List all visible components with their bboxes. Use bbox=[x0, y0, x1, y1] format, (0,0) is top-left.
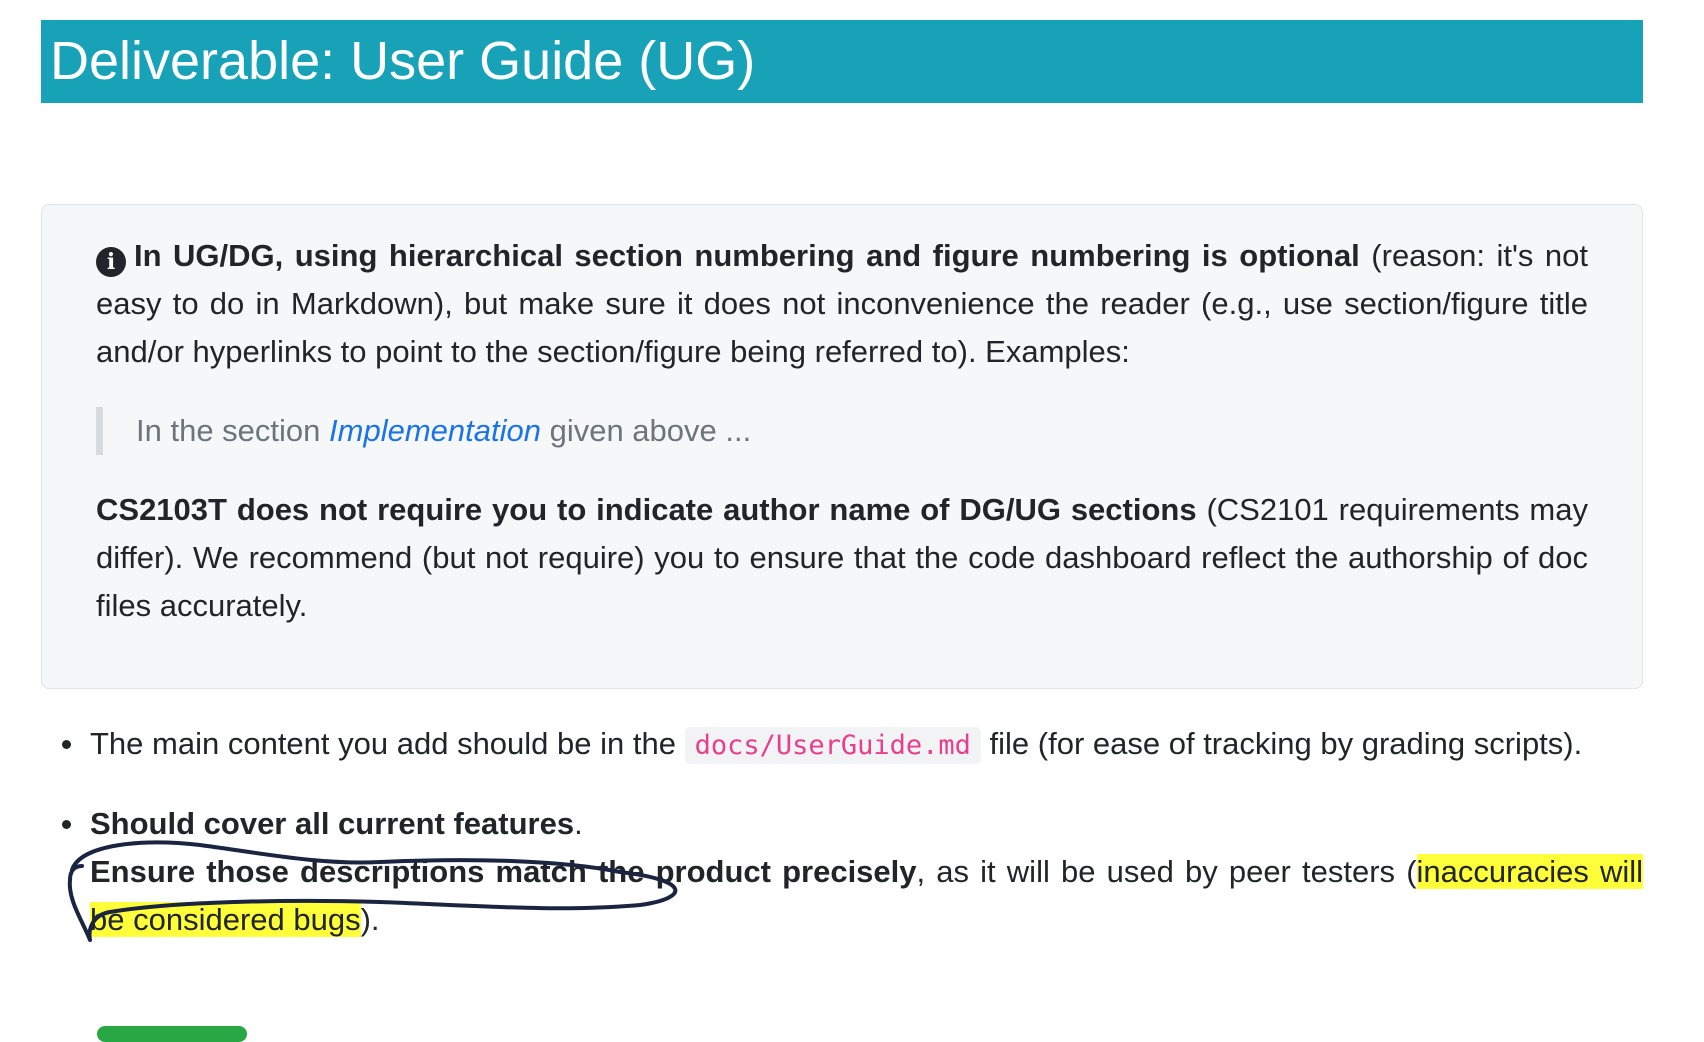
example-blockquote: In the section Implementation given abov… bbox=[96, 407, 1588, 455]
info-paragraph-numbering: i In UG/DG, using hierarchical section nu… bbox=[96, 232, 1588, 376]
next-section-button-stub[interactable] bbox=[97, 1026, 247, 1042]
page-title: Deliverable: User Guide (UG) bbox=[50, 31, 756, 91]
numbering-note-bold: In UG/DG, using hierarchical section num… bbox=[134, 238, 1360, 273]
list-item-text: , as it will be used by peer testers ( bbox=[916, 854, 1417, 889]
implementation-link[interactable]: Implementation bbox=[329, 413, 541, 448]
requirements-list: The main content you add should be in th… bbox=[41, 720, 1644, 944]
list-item-text: The main content you add should be in th… bbox=[90, 726, 685, 761]
cover-features-bold: Should cover all current features bbox=[90, 806, 575, 841]
quote-suffix: given above ... bbox=[540, 413, 752, 448]
list-item-text: file (for ease of tracking by grading sc… bbox=[980, 726, 1583, 761]
quote-prefix: In the section bbox=[136, 413, 330, 448]
list-item-text: . bbox=[574, 806, 583, 841]
userguide-filename-code: docs/UserGuide.md bbox=[684, 727, 981, 764]
page-header: Deliverable: User Guide (UG) bbox=[41, 20, 1643, 103]
authorship-note-bold: CS2103T does not require you to indicate… bbox=[96, 492, 1197, 527]
list-item: The main content you add should be in th… bbox=[41, 720, 1643, 770]
bullet-dot bbox=[62, 820, 71, 829]
info-callout: i In UG/DG, using hierarchical section nu… bbox=[41, 204, 1643, 689]
list-item: Should cover all current features. Ensur… bbox=[41, 800, 1644, 944]
info-circle-icon: i bbox=[96, 247, 126, 277]
info-paragraph-authorship: CS2103T does not require you to indicate… bbox=[96, 486, 1588, 630]
bullet-dot bbox=[62, 740, 71, 749]
match-product-bold: Ensure those descriptions match the prod… bbox=[90, 854, 917, 889]
list-item-text: ). bbox=[360, 902, 380, 937]
